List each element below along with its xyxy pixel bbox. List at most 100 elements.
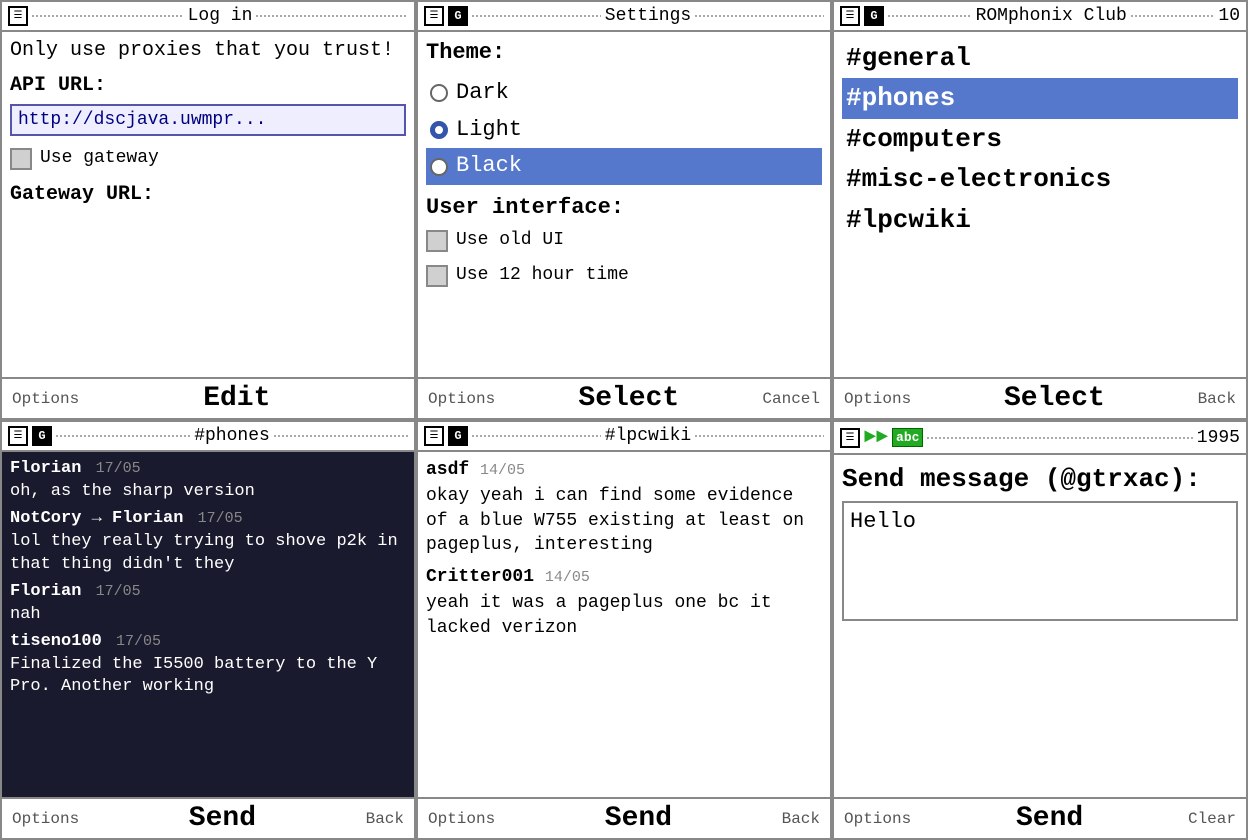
lpcwiki-msg-2-text: yeah it was a pageplus one bc it lacked … — [426, 591, 822, 640]
arrow-icon: ►► — [864, 426, 888, 449]
phones-msg-1: Florian 17/05 oh, as the sharp version — [10, 458, 406, 504]
ui-section-label: User interface: — [426, 193, 822, 224]
theme-light-radio[interactable] — [430, 121, 448, 139]
lpcwiki-g-icon: G — [448, 426, 468, 446]
channel-lpcwiki[interactable]: #lpcwiki — [842, 200, 1238, 240]
12hr-checkbox-row[interactable]: Use 12 hour time — [426, 263, 822, 288]
phones-g-icon: G — [32, 426, 52, 446]
panel-lpcwiki-title: #lpcwiki — [605, 426, 691, 446]
panel-phones-header: ☰ G #phones — [2, 422, 414, 452]
phones-msg-2-text: lol they really trying to shove p2k in t… — [10, 531, 406, 577]
old-ui-checkbox-row[interactable]: Use old UI — [426, 228, 822, 253]
phones-msg-3-user: Florian — [10, 582, 81, 601]
abc-badge: abc — [892, 428, 923, 447]
panel-lpcwiki-header: ☰ G #lpcwiki — [418, 422, 830, 452]
theme-black-radio[interactable] — [430, 158, 448, 176]
phones-msg-1-user: Florian — [10, 459, 81, 478]
phones-msg-2: NotCory → Florian 17/05 lol they really … — [10, 508, 406, 577]
theme-black-option[interactable]: Black — [426, 148, 822, 185]
lpcwiki-msg-1: asdf 14/05 okay yeah i can find some evi… — [426, 458, 822, 557]
lpcwiki-msg-1-date: 14/05 — [480, 462, 525, 479]
theme-dark-radio[interactable] — [430, 84, 448, 102]
send-message-input[interactable]: Hello — [842, 501, 1238, 621]
phones-msg-1-date: 17/05 — [96, 460, 141, 477]
lpcwiki-chat-content: asdf 14/05 okay yeah i can find some evi… — [418, 452, 830, 797]
settings-options-button[interactable]: Options — [428, 390, 495, 408]
api-url-label: API URL: — [10, 72, 406, 100]
panel-login-footer: Options Edit — [2, 377, 414, 418]
theme-black-label: Black — [456, 151, 522, 182]
send-header-icons: ►► abc — [864, 426, 923, 449]
phones-options-button[interactable]: Options — [12, 810, 79, 828]
gateway-checkbox-label: Use gateway — [40, 146, 159, 171]
settings-cancel-button[interactable]: Cancel — [762, 390, 820, 408]
panel-channels-content: #general #phones #computers #misc-electr… — [834, 32, 1246, 377]
phones-chat-content: Florian 17/05 oh, as the sharp version N… — [2, 452, 414, 797]
channels-back-button[interactable]: Back — [1198, 390, 1236, 408]
lpcwiki-menu-icon[interactable]: ☰ — [424, 426, 444, 446]
lpcwiki-msg-1-user: asdf — [426, 460, 469, 480]
12hr-label: Use 12 hour time — [456, 263, 629, 288]
lpcwiki-msg-2: Critter001 14/05 yeah it was a pageplus … — [426, 565, 822, 640]
phones-msg-4-date: 17/05 — [116, 633, 161, 650]
phones-msg-3: Florian 17/05 nah — [10, 581, 406, 627]
send-options-button[interactable]: Options — [844, 810, 911, 828]
gateway-url-label: Gateway URL: — [10, 181, 406, 209]
phones-msg-2-date: 17/05 — [198, 510, 243, 527]
panel-settings-content: Theme: Dark Light Black User interface: … — [418, 32, 830, 377]
login-footer-right — [394, 390, 404, 408]
phones-msg-4-text: Finalized the I5500 battery to the Y Pro… — [10, 654, 406, 700]
panel-phones-title: #phones — [194, 426, 270, 446]
settings-menu-icon[interactable]: ☰ — [424, 6, 444, 26]
channels-options-button[interactable]: Options — [844, 390, 911, 408]
theme-dark-option[interactable]: Dark — [426, 75, 822, 112]
channel-computers[interactable]: #computers — [842, 119, 1238, 159]
send-count: 1995 — [1197, 428, 1240, 448]
old-ui-checkbox[interactable] — [426, 230, 448, 252]
channel-phones[interactable]: #phones — [842, 78, 1238, 118]
send-send-button[interactable]: Send — [1016, 803, 1083, 834]
theme-label: Theme: — [426, 38, 822, 69]
api-url-input[interactable] — [10, 104, 406, 136]
settings-g-icon: G — [448, 6, 468, 26]
phones-msg-1-text: oh, as the sharp version — [10, 481, 406, 504]
login-options-button[interactable]: Options — [12, 390, 79, 408]
gateway-checkbox[interactable] — [10, 148, 32, 170]
panel-phones-footer: Options Send Back — [2, 797, 414, 838]
settings-select-button[interactable]: Select — [578, 383, 679, 414]
panel-settings-footer: Options Select Cancel — [418, 377, 830, 418]
login-edit-button[interactable]: Edit — [203, 383, 270, 414]
phones-msg-3-text: nah — [10, 604, 406, 627]
panel-login-header: ☰ Log in — [2, 2, 414, 32]
panel-login: ☰ Log in Only use proxies that you trust… — [0, 0, 416, 420]
phones-msg-4-user: tiseno100 — [10, 632, 102, 651]
channel-misc-electronics[interactable]: #misc-electronics — [842, 159, 1238, 199]
lpcwiki-options-button[interactable]: Options — [428, 810, 495, 828]
channels-menu-icon[interactable]: ☰ — [840, 6, 860, 26]
phones-back-button[interactable]: Back — [366, 810, 404, 828]
lpcwiki-msg-2-user: Critter001 — [426, 567, 534, 587]
send-menu-icon[interactable]: ☰ — [840, 428, 860, 448]
panel-settings: ☰ G Settings Theme: Dark Light Black Use… — [416, 0, 832, 420]
panel-send-header: ☰ ►► abc 1995 — [834, 422, 1246, 455]
panel-channels: ☰ G ROMphonix Club 10 #general #phones #… — [832, 0, 1248, 420]
12hr-checkbox[interactable] — [426, 265, 448, 287]
channel-general[interactable]: #general — [842, 38, 1238, 78]
login-warning: Only use proxies that you trust! — [10, 38, 406, 64]
lpcwiki-send-button[interactable]: Send — [605, 803, 672, 834]
theme-light-option[interactable]: Light — [426, 112, 822, 149]
lpcwiki-back-button[interactable]: Back — [782, 810, 820, 828]
theme-dark-label: Dark — [456, 78, 509, 109]
panel-lpcwiki-chat: ☰ G #lpcwiki asdf 14/05 okay yeah i can … — [416, 420, 832, 840]
phones-menu-icon[interactable]: ☰ — [8, 426, 28, 446]
send-clear-button[interactable]: Clear — [1188, 810, 1236, 828]
panel-channels-title: ROMphonix Club — [976, 6, 1127, 26]
panel-phones-chat: ☰ G #phones Florian 17/05 oh, as the sha… — [0, 420, 416, 840]
phones-send-button[interactable]: Send — [189, 803, 256, 834]
gateway-checkbox-row[interactable]: Use gateway — [10, 146, 406, 171]
panel-settings-title: Settings — [605, 6, 691, 26]
channels-select-button[interactable]: Select — [1004, 383, 1105, 414]
panel-lpcwiki-footer: Options Send Back — [418, 797, 830, 838]
menu-icon[interactable]: ☰ — [8, 6, 28, 26]
lpcwiki-msg-2-date: 14/05 — [545, 569, 590, 586]
